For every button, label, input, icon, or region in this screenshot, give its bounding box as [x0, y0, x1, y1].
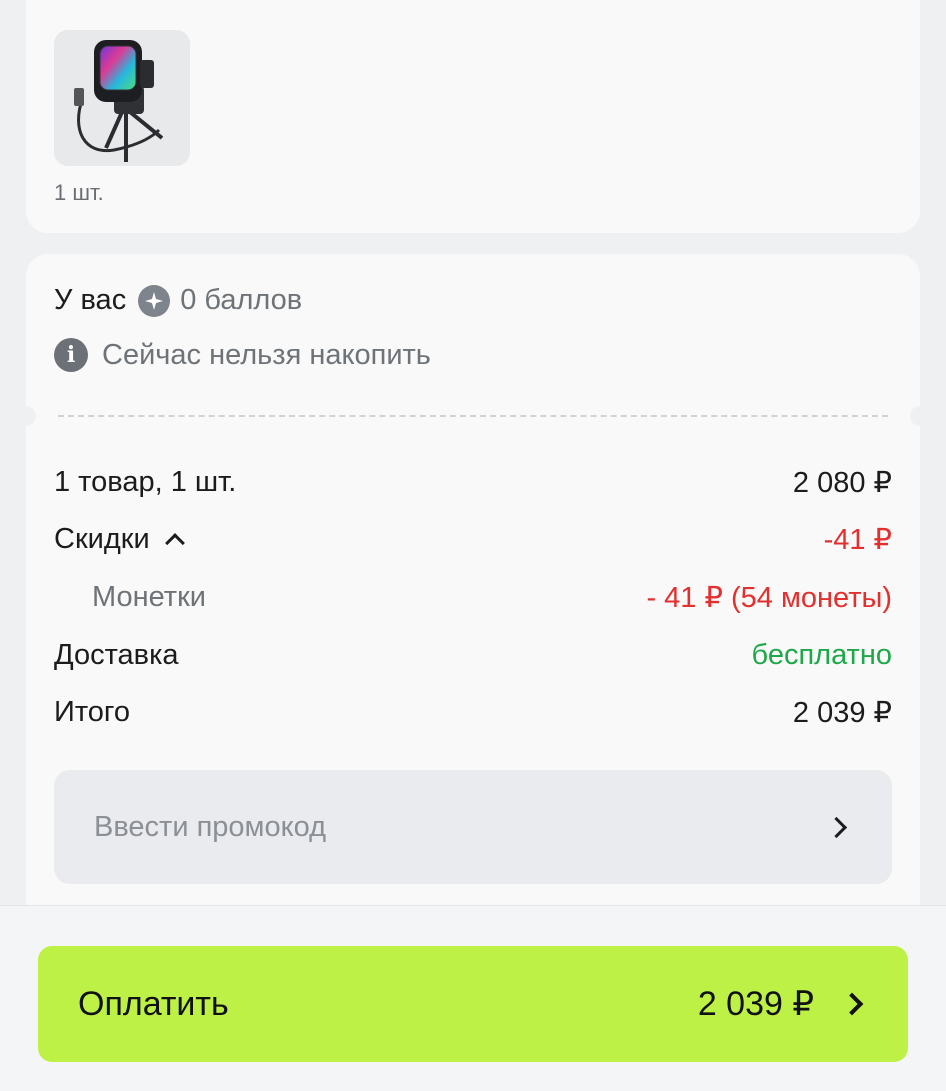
- total-row: Итого 2 039 ₽: [54, 692, 892, 732]
- chevron-up-icon: [164, 533, 185, 553]
- points-coin-icon: [138, 284, 171, 317]
- discounts-value: -41 ₽: [823, 523, 892, 556]
- discounts-toggle[interactable]: Скидки: [54, 522, 185, 556]
- delivery-value: бесплатно: [751, 638, 892, 671]
- dashed-divider: [58, 415, 888, 417]
- order-summary-card: У вас 0 баллов i Сейчас нельзя накопить …: [16, 254, 930, 954]
- pay-button-amount-group: 2 039 ₽: [698, 984, 868, 1024]
- ticket-notch-left: [16, 406, 36, 426]
- pay-button-amount: 2 039 ₽: [697, 985, 814, 1023]
- product-quantity: 1 шт.: [54, 180, 104, 205]
- points-info-text: Сейчас нельзя накопить: [102, 338, 431, 371]
- promo-code-button[interactable]: Ввести промокод: [54, 770, 892, 884]
- items-row: 1 товар, 1 шт. 2 080 ₽: [54, 462, 892, 502]
- chevron-right-icon: [840, 992, 864, 1016]
- points-value: 0 баллов: [180, 284, 303, 316]
- total-label: Итого: [54, 695, 130, 728]
- product-thumbnail[interactable]: [54, 30, 190, 166]
- chevron-right-icon: [825, 816, 848, 838]
- items-label: 1 товар, 1 шт.: [54, 465, 237, 498]
- points-info: i Сейчас нельзя накопить: [54, 338, 431, 372]
- pay-button[interactable]: Оплатить 2 039 ₽: [38, 946, 908, 1062]
- coins-row: Монетки - 41 ₽ (54 монеты): [54, 577, 892, 617]
- promo-placeholder: Ввести промокод: [94, 810, 327, 843]
- discounts-row[interactable]: Скидки -41 ₽: [54, 519, 892, 559]
- coins-label: Монетки: [92, 580, 206, 613]
- items-value: 2 080 ₽: [792, 466, 892, 499]
- discounts-label: Скидки: [54, 522, 150, 555]
- info-icon: i: [54, 338, 88, 372]
- points-balance: У вас 0 баллов: [54, 284, 302, 317]
- points-label: У вас: [54, 284, 127, 316]
- delivery-row: Доставка бесплатно: [54, 635, 892, 675]
- coins-value: - 41 ₽ (54 монеты): [646, 581, 892, 614]
- delivery-label: Доставка: [54, 638, 179, 671]
- total-value: 2 039 ₽: [792, 696, 892, 729]
- product-card: 1 шт.: [26, 0, 920, 233]
- ticket-notch-right: [910, 406, 930, 426]
- pay-button-label: Оплатить: [78, 984, 229, 1023]
- microphone-icon: [54, 30, 190, 166]
